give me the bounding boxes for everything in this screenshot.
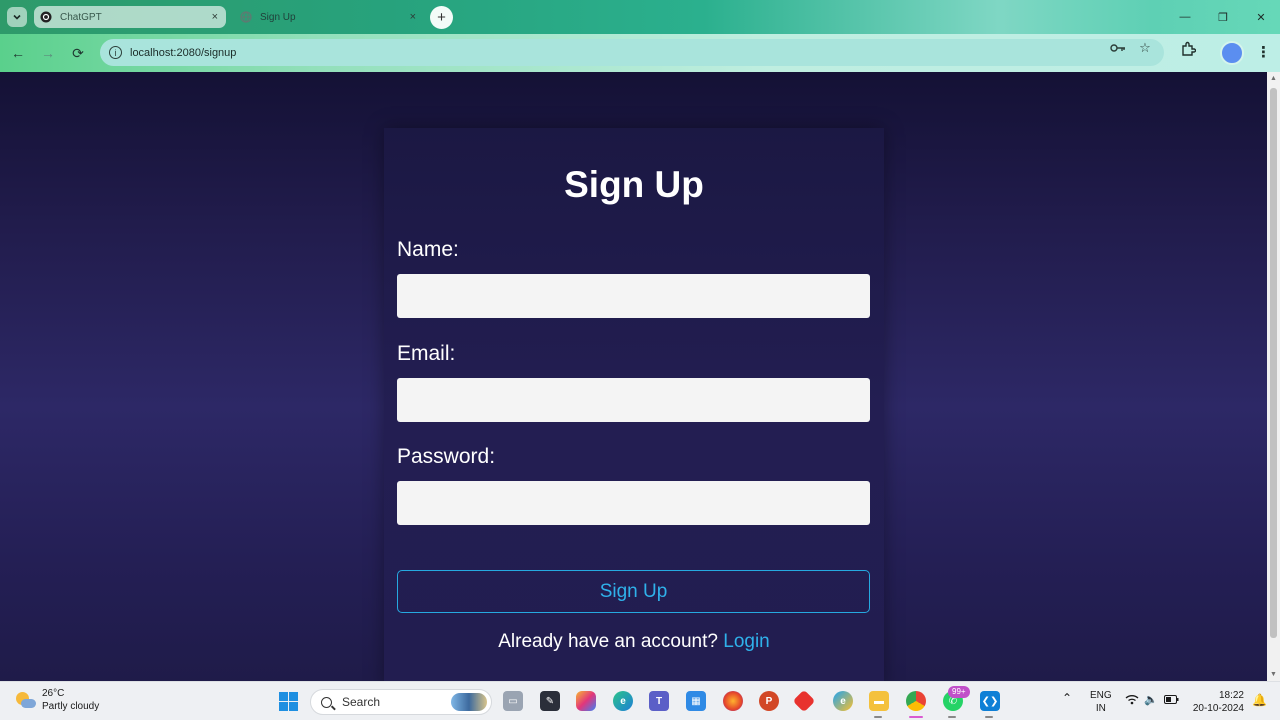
page-background: Sign Up Name: Email: Password: Sign Up A… (0, 72, 1267, 688)
minimize-button[interactable]: — (1166, 0, 1204, 34)
browser-toolbar: ← → ⟳ i localhost:2080/signup ☆ ⋮ (0, 34, 1280, 72)
close-tab-icon[interactable]: × (212, 10, 218, 24)
powerpoint-icon[interactable]: P (759, 691, 779, 711)
microsoft-store-icon[interactable]: ▦ (686, 691, 706, 711)
login-prompt-text: Already have an account? (498, 631, 724, 652)
notifications-icon[interactable]: 🔔 (1252, 693, 1267, 707)
search-label: Search (342, 695, 381, 709)
close-tab-icon[interactable]: × (410, 10, 416, 24)
search-highlight-image (451, 693, 487, 711)
tab-chatgpt[interactable]: ChatGPT × (34, 6, 226, 28)
close-window-button[interactable]: ✕ (1242, 0, 1280, 34)
vscode-icon[interactable]: ❮❯ (980, 691, 1000, 711)
tab-label: ChatGPT (60, 11, 102, 23)
notification-badge: 99+ (948, 686, 970, 698)
active-indicator (909, 716, 923, 718)
firefox-icon[interactable] (723, 691, 743, 711)
language-indicator[interactable]: ENG IN (1090, 689, 1112, 715)
name-input[interactable] (397, 274, 870, 318)
maximize-button[interactable]: ❐ (1204, 0, 1242, 34)
active-indicator (985, 716, 993, 718)
new-tab-button[interactable]: + (430, 6, 453, 29)
globe-icon (240, 11, 252, 23)
notepad-icon[interactable]: ✎ (540, 691, 560, 711)
chrome-icon[interactable] (906, 691, 926, 711)
tab-label: Sign Up (260, 11, 296, 23)
profile-avatar[interactable] (1220, 41, 1244, 65)
password-input[interactable] (397, 481, 870, 525)
signup-card: Sign Up Name: Email: Password: Sign Up A… (384, 128, 884, 688)
chatgpt-icon (40, 11, 52, 23)
scrollbar-thumb[interactable] (1270, 88, 1277, 638)
windows-taskbar: 26°C Partly cloudy Search ▭ ✎ e T ▦ P e … (0, 681, 1280, 720)
address-bar[interactable]: i localhost:2080/signup (100, 39, 1164, 66)
tab-sign-up[interactable]: Sign Up × (234, 6, 424, 28)
menu-dots-icon[interactable]: ⋮ (1256, 43, 1271, 61)
taskbar-search[interactable]: Search (310, 689, 492, 715)
sign-up-button[interactable]: Sign Up (397, 570, 870, 613)
email-label: Email: (397, 342, 456, 365)
reload-button[interactable]: ⟳ (68, 43, 88, 63)
task-view-icon[interactable]: ▭ (503, 691, 523, 711)
page-title: Sign Up (564, 164, 704, 205)
search-icon (321, 696, 332, 708)
active-indicator (948, 716, 956, 718)
page-scrollbar[interactable]: ▲ ▼ (1267, 72, 1280, 681)
wifi-icon[interactable] (1125, 694, 1139, 708)
back-button[interactable]: ← (8, 43, 28, 63)
partly-cloudy-icon (14, 690, 36, 712)
edge-icon[interactable]: e (613, 691, 633, 711)
volume-icon[interactable]: 🔈 (1144, 693, 1158, 706)
tab-search-button[interactable] (7, 7, 27, 27)
login-link[interactable]: Login (723, 631, 770, 652)
clock-date: 20-10-2024 (1192, 703, 1244, 714)
chevron-down-icon (13, 14, 21, 20)
clock-time: 18:22 (1218, 690, 1244, 701)
browser-title-bar: ChatGPT × Sign Up × + — ❐ ✕ (0, 0, 1280, 34)
windows-start-icon[interactable] (279, 692, 298, 711)
scroll-up-icon[interactable]: ▲ (1270, 75, 1277, 82)
language-region: IN (1095, 703, 1106, 714)
chevron-up-icon[interactable]: ⌃ (1062, 691, 1072, 705)
copilot-icon[interactable] (576, 691, 596, 711)
key-icon[interactable] (1110, 40, 1126, 56)
file-explorer-icon[interactable]: ▬ (869, 691, 889, 711)
anydesk-icon[interactable] (792, 689, 816, 713)
weather-condition: Partly cloudy (42, 701, 100, 712)
scroll-down-icon[interactable]: ▼ (1270, 671, 1277, 678)
extensions-icon[interactable] (1180, 40, 1196, 56)
email-input[interactable] (397, 378, 870, 422)
site-info-icon[interactable]: i (109, 46, 122, 59)
password-label: Password: (397, 445, 496, 468)
weather-widget[interactable]: 26°C Partly cloudy (14, 688, 99, 713)
active-indicator (874, 716, 882, 718)
name-label: Name: (397, 238, 459, 261)
battery-icon[interactable] (1164, 695, 1179, 707)
clock[interactable]: 18:22 20-10-2024 (1190, 689, 1244, 715)
language-code: ENG (1090, 690, 1112, 701)
browser-app-icon[interactable]: e (833, 691, 853, 711)
login-prompt: Already have an account? Login (384, 631, 884, 653)
star-icon[interactable]: ☆ (1137, 40, 1153, 56)
forward-button[interactable]: → (38, 43, 58, 63)
weather-temperature: 26°C (42, 688, 65, 699)
teams-icon[interactable]: T (649, 691, 669, 711)
url-text: localhost:2080/signup (130, 46, 237, 59)
